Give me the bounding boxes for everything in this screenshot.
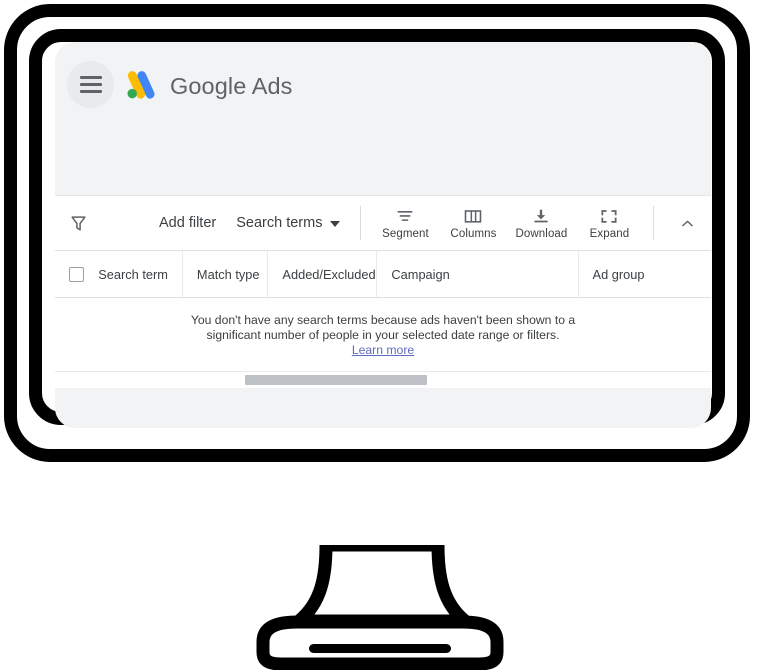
columns-icon: [465, 209, 482, 223]
expand-button[interactable]: Expand: [575, 207, 643, 240]
collapse-panel-button[interactable]: [664, 215, 710, 232]
monitor-stand-neck: [292, 545, 472, 628]
brand-google-text: Google: [170, 72, 247, 99]
toolbar-divider-right: [653, 206, 655, 240]
chevron-down-icon: [330, 221, 341, 227]
filter-funnel-icon: [70, 215, 86, 231]
columns-label: Columns: [450, 227, 497, 240]
column-label: Campaign: [391, 266, 450, 282]
column-header-search-term[interactable]: Search term: [98, 251, 183, 297]
table-toolbar: Add filter Search terms Segment Columns …: [55, 196, 711, 251]
column-header-campaign[interactable]: Campaign: [377, 251, 579, 297]
brand-ads-text: Ads: [251, 72, 293, 99]
download-label: Download: [515, 227, 568, 240]
hamburger-icon: [79, 72, 102, 97]
app-header: Google Ads: [55, 42, 711, 195]
segment-label: Segment: [382, 227, 429, 240]
hamburger-menu-button[interactable]: [67, 61, 114, 108]
horizontal-scrollbar-track[interactable]: [55, 372, 711, 388]
toolbar-left-group: Add filter Search terms: [55, 214, 350, 233]
brand-title: Google Ads: [170, 73, 293, 100]
horizontal-scrollbar-thumb[interactable]: [245, 375, 427, 385]
brand-lockup: Google Ads: [123, 68, 293, 104]
select-all-cell: [55, 251, 98, 297]
screen-surface: Google Ads Add filter Search terms Segme…: [55, 42, 711, 428]
add-filter-button[interactable]: Add filter: [149, 215, 226, 231]
empty-state-line-2: significant number of people in your sel…: [206, 328, 560, 342]
column-label: Ad group: [592, 266, 645, 282]
add-filter-label: Add filter: [159, 215, 217, 231]
segment-button[interactable]: Segment: [371, 207, 439, 240]
columns-button[interactable]: Columns: [439, 207, 507, 240]
empty-state: You don't have any search terms because …: [55, 298, 711, 372]
toolbar-divider: [360, 206, 362, 240]
filter-button[interactable]: [55, 214, 101, 233]
empty-state-line-1: You don't have any search terms because …: [190, 313, 576, 327]
select-all-checkbox[interactable]: [69, 266, 85, 282]
google-ads-logo: [127, 71, 155, 99]
expand-label: Expand: [589, 227, 630, 240]
toolbar-actions-group: Segment Columns Download Expand: [371, 207, 643, 240]
search-terms-card: Add filter Search terms Segment Columns …: [55, 195, 711, 388]
view-selector-label: Search terms: [236, 215, 323, 231]
download-button[interactable]: Download: [507, 207, 575, 240]
table-header-row: Search term Match type Added/Excluded Ca…: [55, 251, 711, 298]
column-label: Match type: [196, 266, 260, 282]
chevron-up-icon: [682, 220, 693, 226]
monitor-illustration: Google Ads Add filter Search terms Segme…: [0, 0, 759, 672]
column-header-added-excluded[interactable]: Added/Excluded: [268, 251, 378, 297]
expand-icon: [601, 209, 618, 223]
column-label: Search term: [98, 266, 168, 282]
segment-icon: [397, 210, 413, 221]
download-icon: [534, 209, 549, 222]
column-header-ad-group[interactable]: Ad group: [579, 251, 711, 297]
column-label: Added/Excluded: [282, 266, 376, 282]
learn-more-link[interactable]: Learn more: [352, 343, 414, 358]
view-selector-button[interactable]: Search terms: [226, 215, 350, 231]
column-header-match-type[interactable]: Match type: [183, 251, 269, 297]
